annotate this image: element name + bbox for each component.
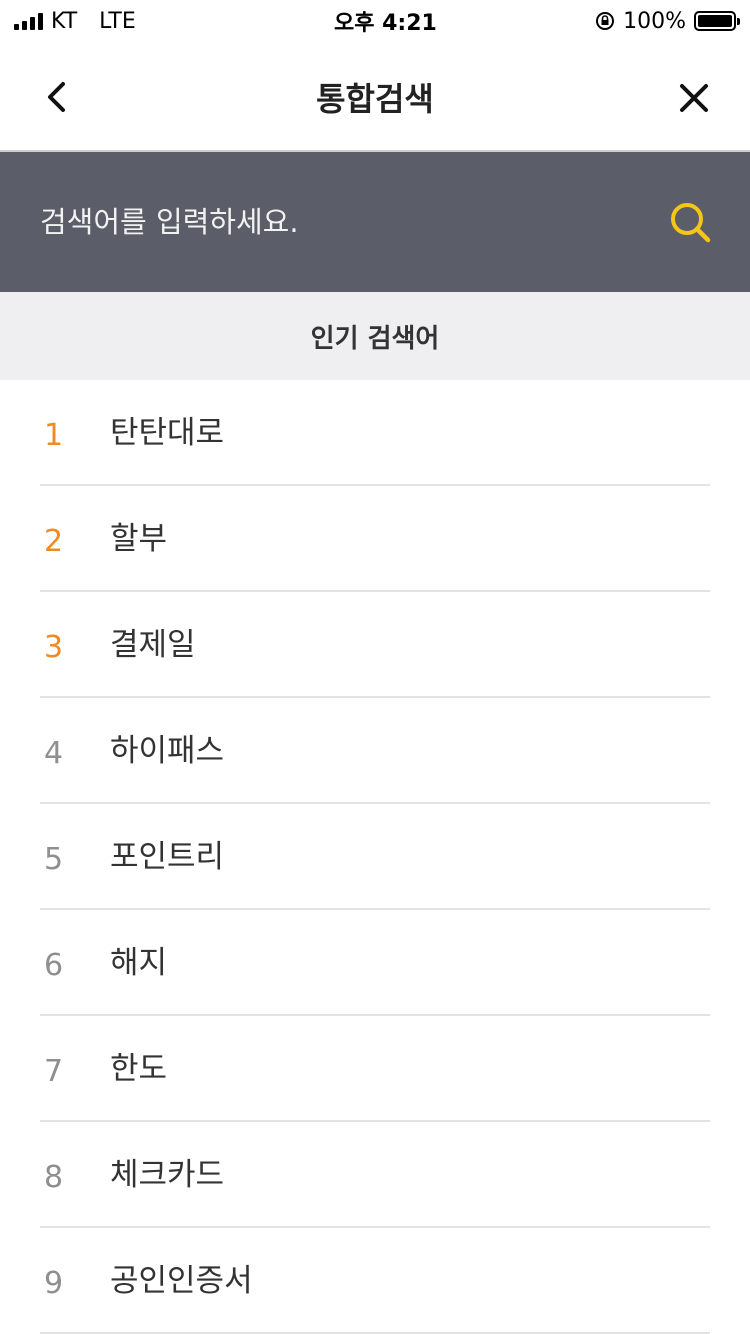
popular-search-list: 1 탄탄대로 2 할부 3 결제일 4 하이패스 5 포인트리 6 해지 7 한도 8 체크카드 9 공인인증서 (6, 380, 710, 1334)
status-left: KT LTE (14, 9, 136, 34)
search-term: 한도 (110, 1050, 168, 1087)
search-bar (0, 152, 750, 292)
search-term: 포인트리 (110, 838, 225, 875)
search-term: 체크카드 (110, 1156, 225, 1193)
battery-icon (694, 11, 740, 31)
nav-bar: 통합검색 (0, 42, 750, 152)
search-input[interactable] (40, 196, 600, 248)
rank-number: 8 (44, 1159, 64, 1195)
search-term: 해지 (110, 944, 168, 981)
popular-search-item[interactable]: 6 해지 (6, 894, 710, 1016)
rank-number: 1 (44, 417, 64, 453)
rank-number: 6 (44, 947, 64, 983)
search-term: 탄탄대로 (110, 414, 225, 451)
popular-search-item[interactable]: 1 탄탄대로 (40, 380, 710, 486)
rank-number: 3 (44, 629, 64, 665)
battery-percent: 100% (623, 8, 686, 34)
close-icon[interactable] (672, 72, 716, 122)
rank-number: 4 (44, 735, 64, 771)
network-label: LTE (99, 8, 136, 34)
search-term: 공인인증서 (110, 1262, 253, 1299)
page-title: 통합검색 (316, 80, 434, 118)
rank-number: 7 (44, 1053, 64, 1089)
signal-strength-icon (14, 12, 43, 30)
status-bar: KT LTE 오후 4:21 100% (0, 0, 750, 42)
popular-searches-heading: 인기 검색어 (0, 292, 750, 380)
rank-number: 2 (44, 523, 64, 559)
search-term: 하이패스 (110, 732, 225, 769)
carrier-label: KT (51, 8, 78, 34)
popular-search-item[interactable]: 5 포인트리 (40, 804, 710, 910)
search-icon[interactable] (666, 198, 714, 246)
popular-search-item[interactable]: 4 하이패스 (40, 698, 710, 804)
popular-search-item[interactable]: 9 공인인증서 (40, 1228, 710, 1334)
rank-number: 9 (44, 1265, 64, 1301)
search-term: 결제일 (110, 626, 196, 663)
battery-fill (698, 15, 732, 27)
popular-search-item[interactable]: 7 한도 (40, 1016, 710, 1122)
popular-search-item[interactable]: 8 체크카드 (40, 1122, 710, 1228)
popular-search-item[interactable]: 3 결제일 (40, 592, 710, 698)
rank-number: 5 (44, 841, 64, 877)
status-time: 오후 4:21 (333, 11, 437, 36)
search-term: 할부 (110, 520, 168, 557)
popular-search-item[interactable]: 2 할부 (40, 486, 710, 592)
rotation-lock-icon (596, 12, 615, 30)
status-right: 100% (595, 8, 740, 34)
